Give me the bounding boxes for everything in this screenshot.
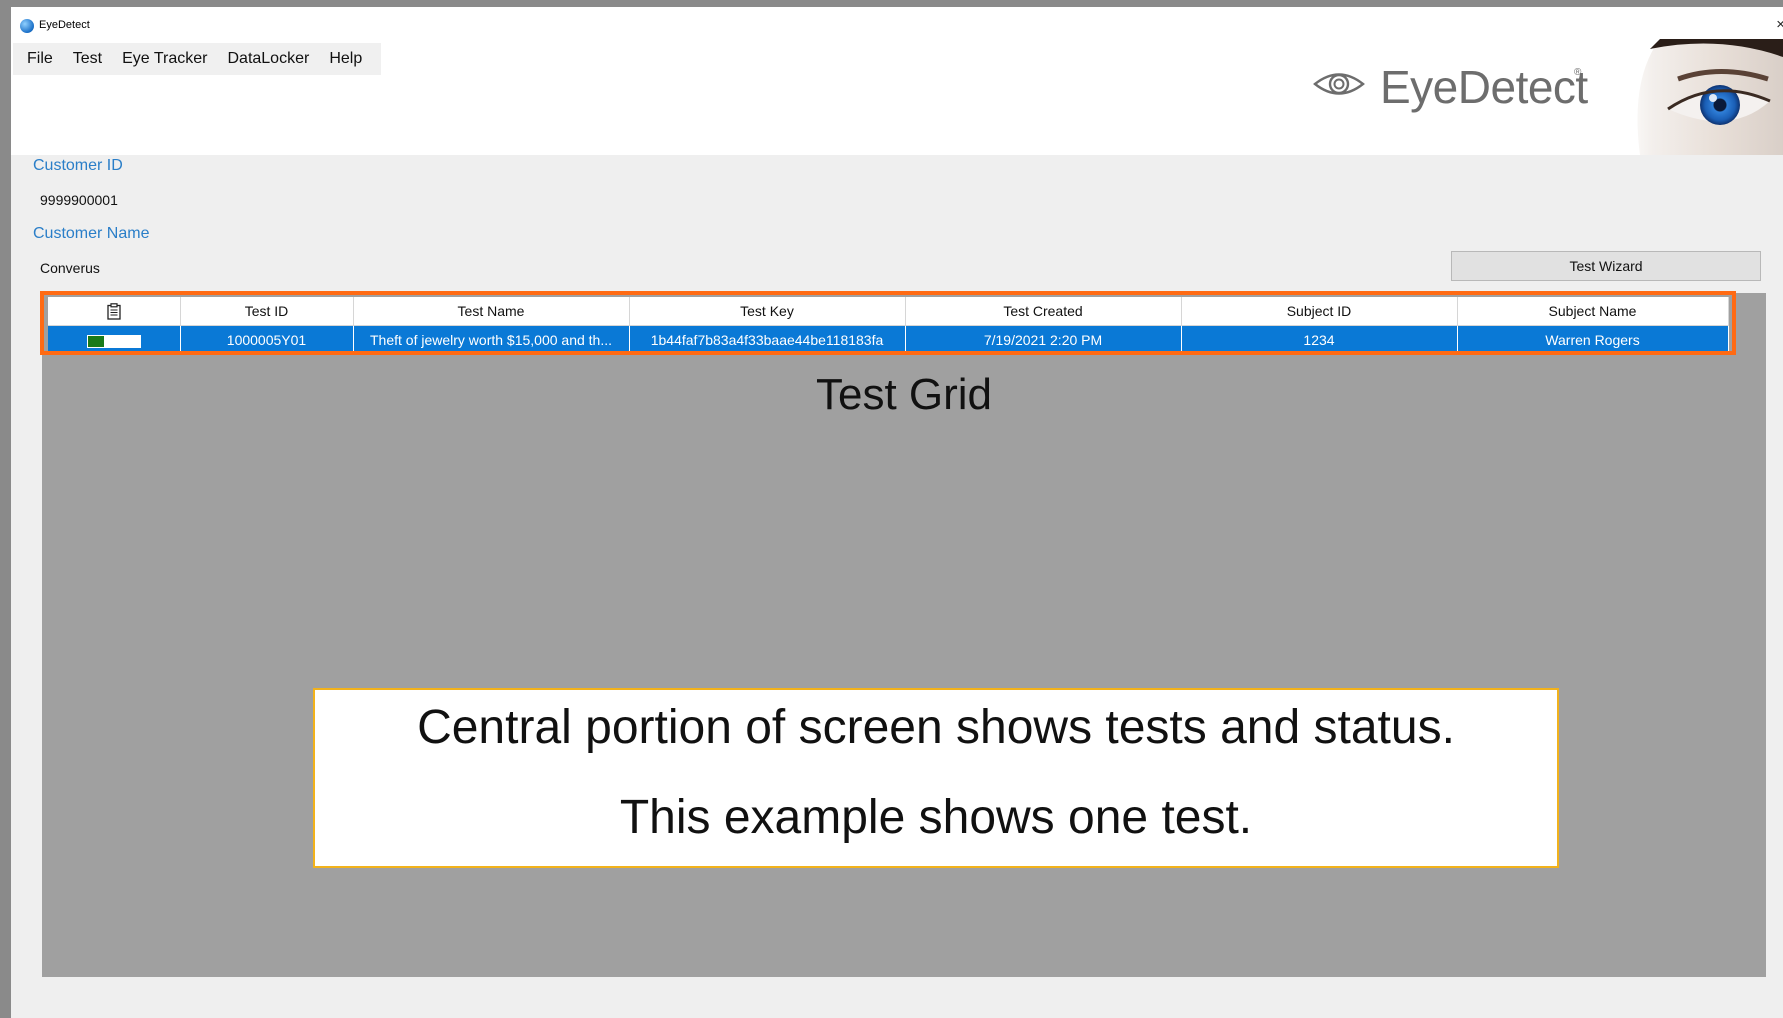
customer-id-label: Customer ID (33, 157, 123, 174)
test-status-indicator (86, 334, 141, 348)
window-frame-left (0, 0, 11, 1018)
test-key-cell: 1b44faf7b83a4f33baae44be118183fa (629, 325, 906, 354)
brand-registered-mark: ® (1574, 67, 1582, 78)
test-grid: Test ID Test Name Test Key Test Created … (48, 297, 1729, 354)
menu-file[interactable]: File (13, 50, 63, 68)
column-header-subject-name[interactable]: Subject Name (1457, 297, 1729, 326)
test-wizard-button[interactable]: Test Wizard (1451, 251, 1761, 281)
status-step-3 (122, 334, 141, 348)
window-frame-top (0, 0, 1783, 7)
menu-test[interactable]: Test (63, 50, 112, 68)
menu-eye-tracker[interactable]: Eye Tracker (112, 50, 217, 68)
menu-datalocker[interactable]: DataLocker (217, 50, 319, 68)
subject-name-cell: Warren Rogers (1457, 325, 1729, 354)
customer-name-value: Converus (40, 260, 100, 276)
brand-face-image (1620, 39, 1783, 155)
status-step-1 (86, 334, 105, 348)
column-header-test-key[interactable]: Test Key (629, 297, 906, 326)
column-header-test-id[interactable]: Test ID (180, 297, 354, 326)
window-title: EyeDetect (39, 19, 90, 31)
menu-help[interactable]: Help (319, 50, 372, 68)
callout-line-1: Central portion of screen shows tests an… (417, 701, 1455, 754)
column-header-test-name[interactable]: Test Name (353, 297, 630, 326)
menu-bar: File Test Eye Tracker DataLocker Help (13, 43, 381, 75)
test-created-cell: 7/19/2021 2:20 PM (905, 325, 1182, 354)
title-bar: EyeDetect × (11, 7, 1783, 39)
customer-id-value: 9999900001 (40, 192, 118, 208)
column-header-subject-id[interactable]: Subject ID (1181, 297, 1458, 326)
test-id-cell: 1000005Y01 (180, 325, 354, 354)
brand-logo-text: EyeDetect (1380, 61, 1588, 113)
column-header-status[interactable] (48, 297, 181, 326)
grid-header-row: Test ID Test Name Test Key Test Created … (48, 297, 1729, 326)
subject-id-cell: 1234 (1181, 325, 1458, 354)
status-step-2 (104, 334, 123, 348)
test-name-cell: Theft of jewelry worth $15,000 and th... (353, 325, 630, 354)
app-icon (20, 19, 34, 33)
customer-name-label: Customer Name (33, 225, 150, 242)
clipboard-icon (107, 303, 121, 320)
test-grid-caption: Test Grid (815, 370, 993, 419)
test-status-cell (48, 325, 181, 354)
annotation-callout: Central portion of screen shows tests an… (313, 688, 1559, 868)
eye-logo-icon (1313, 73, 1365, 95)
column-header-test-created[interactable]: Test Created (905, 297, 1182, 326)
callout-line-2: This example shows one test. (619, 791, 1253, 844)
close-button[interactable]: × (1776, 16, 1783, 33)
table-row[interactable]: 1000005Y01 Theft of jewelry worth $15,00… (48, 325, 1729, 354)
